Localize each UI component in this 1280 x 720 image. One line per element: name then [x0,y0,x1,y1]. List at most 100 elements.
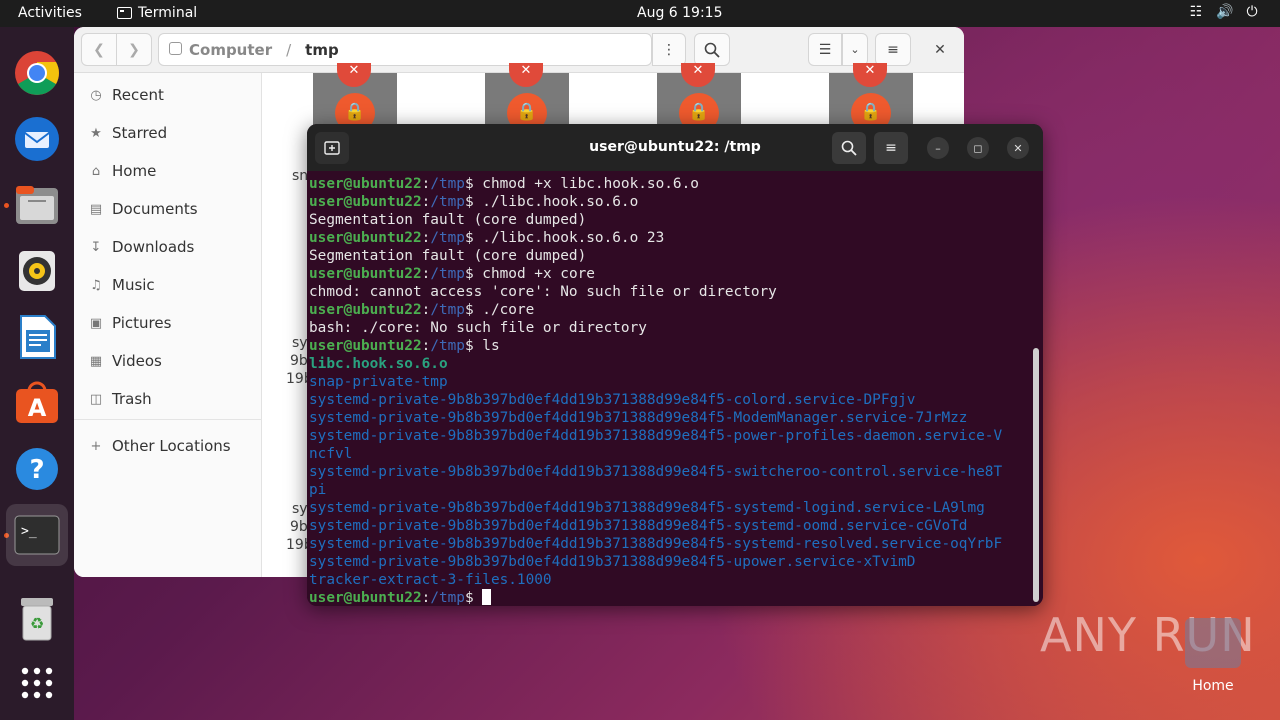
power-icon[interactable]: ⏻ [1244,4,1260,20]
directory-name: pi [309,482,327,498]
svg-text:>_: >_ [21,524,37,539]
main-menu-button[interactable]: ≡ [875,33,911,66]
files-icon[interactable] [11,179,63,231]
back-button[interactable]: ❮ [81,33,117,66]
network-icon[interactable]: ☷ [1188,4,1204,20]
search-button[interactable] [832,132,866,164]
video-icon: ▦ [89,353,103,369]
picture-icon: ▣ [89,315,103,331]
file-label: 9b [290,519,308,535]
close-button[interactable]: ✕ [1007,137,1029,159]
prompt-dollar: $ [464,590,474,606]
search-icon [704,42,720,58]
system-tray[interactable]: ☷ 🔊 ⏻ [1188,4,1260,20]
prompt-colon: : [421,302,431,318]
directory-name: systemd-private-9b8b397bd0ef4dd19b371388… [309,410,968,426]
file-label: sn [292,168,309,184]
error-icon: ✕ [337,63,371,87]
sidebar-divider [74,419,262,420]
hamburger-icon: ≡ [885,140,897,156]
directory-name: systemd-private-9b8b397bd0ef4dd19b371388… [309,392,916,408]
sidebar-item-home[interactable]: ⌂ Home [88,159,156,183]
file-thumbnail[interactable]: ✕ 🔒 [829,63,913,133]
trash-icon: ◫ [89,391,103,407]
sidebar-item-starred[interactable]: ★ Starred [88,121,167,145]
sidebar-item-videos[interactable]: ▦ Videos [88,349,162,373]
app-grid-icon[interactable] [11,657,63,709]
sidebar-item-music[interactable]: ♫ Music [88,273,155,297]
forward-button[interactable]: ❯ [116,33,152,66]
path-segment-tmp[interactable]: tmp [305,41,339,59]
prompt-colon: : [421,194,431,210]
prompt-user: user@ubuntu22 [309,194,422,210]
path-bar[interactable]: Computer / tmp [158,33,652,66]
app-center-icon[interactable]: A [11,377,63,429]
file-thumbnail[interactable]: ✕ 🔒 [485,63,569,133]
desktop-home-label[interactable]: Home [1160,678,1266,694]
terminal-line: systemd-private-9b8b397bd0ef4dd19b371388… [309,517,1043,535]
maximize-button[interactable]: ◻ [967,137,989,159]
terminal-icon[interactable]: >_ [6,504,68,566]
sidebar-item-documents[interactable]: ▤ Documents [88,197,198,221]
prompt-user: user@ubuntu22 [309,176,422,192]
search-button[interactable] [694,33,730,66]
prompt-colon: : [421,230,431,246]
drive-icon [169,42,182,55]
activities-button[interactable]: Activities [18,5,82,21]
search-icon [841,140,857,156]
trash-icon[interactable]: ♻ [11,593,63,645]
app-menu[interactable]: Terminal [117,5,197,21]
file-thumbnail[interactable]: ✕ 🔒 [657,63,741,133]
terminal-output[interactable]: user@ubuntu22:/tmp$ chmod +x libc.hook.s… [307,171,1043,606]
directory-name: systemd-private-9b8b397bd0ef4dd19b371388… [309,536,1003,552]
prompt-dollar: $ [464,302,474,318]
output-text: Segmentation fault (core dumped) [309,248,587,264]
path-menu-button[interactable]: ⋮ [652,33,686,66]
close-button[interactable]: ✕ [925,33,955,66]
thunderbird-icon[interactable] [11,113,63,165]
command-text: chmod +x core [473,266,595,282]
command-text: ./core [473,302,535,318]
terminal-line: pi [309,481,1043,499]
prompt-dollar: $ [464,194,474,210]
clock-icon: ◷ [90,87,102,103]
libreoffice-writer-icon[interactable] [11,311,63,363]
sidebar-item-other-locations[interactable]: + Other Locations [88,434,231,458]
menu-button[interactable]: ≡ [874,132,908,164]
list-view-button[interactable]: ☰ [808,33,842,66]
clock[interactable]: Aug 6 19:15 [637,5,723,21]
help-icon[interactable]: ? [11,443,63,495]
terminal-line: user@ubuntu22:/tmp$ ./core [309,301,1043,319]
prompt-user: user@ubuntu22 [309,230,422,246]
file-thumbnail[interactable]: ✕ 🔒 [313,63,397,133]
minimize-button[interactable]: – [927,137,949,159]
scrollbar[interactable] [1033,348,1039,602]
path-segment-computer[interactable]: Computer [189,41,272,59]
terminal-line: systemd-private-9b8b397bd0ef4dd19b371388… [309,463,1043,481]
rhythmbox-icon[interactable] [11,245,63,297]
prompt-user: user@ubuntu22 [309,266,422,282]
output-text: Segmentation fault (core dumped) [309,212,587,228]
cursor [482,589,492,605]
terminal-line: systemd-private-9b8b397bd0ef4dd19b371388… [309,409,1043,427]
sidebar-item-recent[interactable]: ◷ Recent [88,83,164,107]
sidebar-item-downloads[interactable]: ↧ Downloads [88,235,195,259]
terminal-headerbar: user@ubuntu22: /tmp ≡ – ◻ ✕ [307,124,1043,171]
path-separator: / [286,40,292,59]
sidebar-item-pictures[interactable]: ▣ Pictures [88,311,172,335]
home-folder-icon[interactable] [1185,618,1241,668]
volume-icon[interactable]: 🔊 [1216,4,1233,20]
directory-name: tracker-extract-3-files.1000 [309,572,552,588]
terminal-line: systemd-private-9b8b397bd0ef4dd19b371388… [309,391,1043,409]
app-name: Terminal [138,5,198,21]
prompt-path: /tmp [430,194,465,210]
file-label: sy [292,501,308,517]
terminal-line: chmod: cannot access 'core': No such fil… [309,283,1043,301]
prompt-colon: : [421,266,431,282]
error-icon: ✕ [509,63,543,87]
view-options-button[interactable]: ⌄ [842,33,868,66]
chrome-icon[interactable] [11,47,63,99]
error-icon: ✕ [681,63,715,87]
sidebar-item-trash[interactable]: ◫ Trash [88,387,152,411]
prompt-colon: : [421,176,431,192]
